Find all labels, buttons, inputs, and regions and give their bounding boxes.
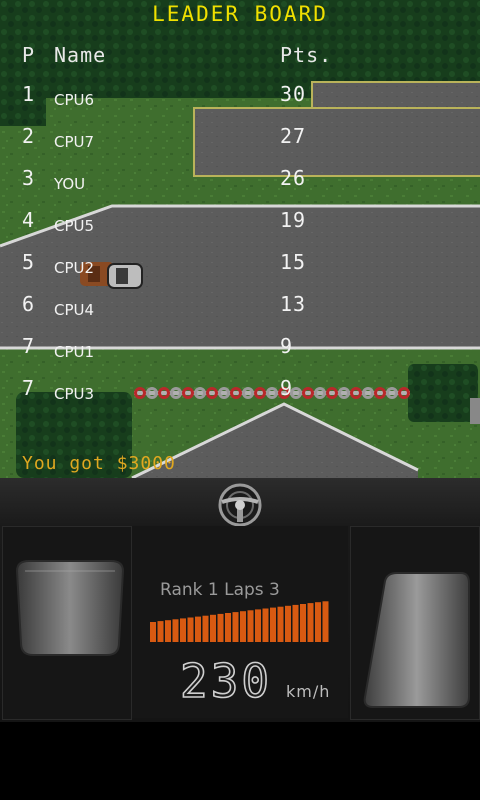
- leaderboard-row: 4 CPU5 19: [0, 208, 480, 250]
- row-name: CPU2: [54, 259, 95, 277]
- row-name: CPU5: [54, 217, 95, 235]
- rpm-bar: [150, 601, 329, 642]
- speed-unit: km/h: [286, 682, 331, 701]
- leaderboard-row: 7 CPU3 9: [0, 376, 480, 418]
- rpm-segment: [165, 620, 171, 642]
- rpm-segment: [180, 618, 186, 642]
- leaderboard-row: 7 CPU1 9: [0, 334, 480, 376]
- rpm-segment: [285, 605, 291, 642]
- header-position: P: [22, 43, 36, 67]
- rpm-segment: [225, 613, 231, 642]
- speed-readout: 230: [179, 653, 273, 709]
- row-name: CPU7: [54, 133, 95, 151]
- rpm-segment: [195, 616, 201, 642]
- row-position: 1: [22, 82, 35, 106]
- rpm-segment: [240, 611, 246, 642]
- row-name: CPU4: [54, 301, 95, 319]
- rpm-segment: [307, 603, 314, 642]
- rpm-segment: [157, 621, 164, 642]
- row-position: 7: [22, 334, 35, 358]
- accelerator-pedal-icon: [363, 572, 470, 708]
- row-position: 2: [22, 124, 35, 148]
- dashboard: Rank 1 Laps 3 230 km/h: [0, 478, 480, 722]
- steering-wheel-icon[interactable]: [216, 482, 264, 528]
- rpm-segment: [150, 622, 156, 642]
- leaderboard-row: 5 CPU2 15: [0, 250, 480, 292]
- rpm-segment: [270, 607, 276, 642]
- rpm-segment: [277, 606, 284, 642]
- row-name: CPU6: [54, 91, 95, 109]
- row-name: CPU1: [54, 343, 95, 361]
- row-name: CPU3: [54, 385, 95, 403]
- rpm-segment: [322, 601, 329, 642]
- race-scene: LEADER BOARD P Name Pts. 1 CPU6 30 2 CPU…: [0, 0, 480, 478]
- rpm-segment: [315, 602, 321, 642]
- row-points: 30: [280, 82, 307, 106]
- rpm-segment: [255, 609, 261, 642]
- leaderboard-row: 1 CPU6 30: [0, 82, 480, 124]
- row-points: 27: [280, 124, 307, 148]
- rpm-segment: [210, 614, 216, 642]
- rpm-segment: [217, 613, 224, 642]
- row-points: 26: [280, 166, 307, 190]
- leaderboard-row: 3 YOU 26: [0, 166, 480, 208]
- row-position: 3: [22, 166, 35, 190]
- row-position: 4: [22, 208, 35, 232]
- leaderboard-row: 6 CPU4 13: [0, 292, 480, 334]
- header-name: Name: [54, 43, 107, 67]
- row-name: YOU: [54, 175, 86, 193]
- header-points: Pts.: [280, 43, 333, 67]
- rpm-segment: [262, 608, 269, 642]
- rpm-segment: [187, 617, 194, 642]
- row-points: 9: [280, 376, 294, 400]
- accelerator-pedal[interactable]: [350, 526, 480, 720]
- row-points: 13: [280, 292, 307, 316]
- row-position: 7: [22, 376, 35, 400]
- leaderboard-title: LEADER BOARD: [152, 2, 328, 26]
- rpm-segment: [232, 612, 239, 642]
- row-position: 5: [22, 250, 35, 274]
- prize-message: You got $3000: [22, 453, 176, 474]
- rpm-segment: [300, 604, 306, 642]
- leaderboard-row: 2 CPU7 27: [0, 124, 480, 166]
- rpm-segment: [202, 615, 209, 642]
- rpm-segment: [292, 604, 299, 642]
- rpm-segment: [172, 619, 179, 642]
- row-points: 19: [280, 208, 307, 232]
- brake-pedal[interactable]: [2, 526, 132, 720]
- row-points: 15: [280, 250, 307, 274]
- brake-pedal-icon: [15, 560, 125, 656]
- row-points: 9: [280, 334, 294, 358]
- row-position: 6: [22, 292, 35, 316]
- bottom-bar: [0, 722, 480, 800]
- hud-panel: Rank 1 Laps 3 230 km/h: [132, 526, 348, 718]
- rpm-segment: [247, 610, 254, 642]
